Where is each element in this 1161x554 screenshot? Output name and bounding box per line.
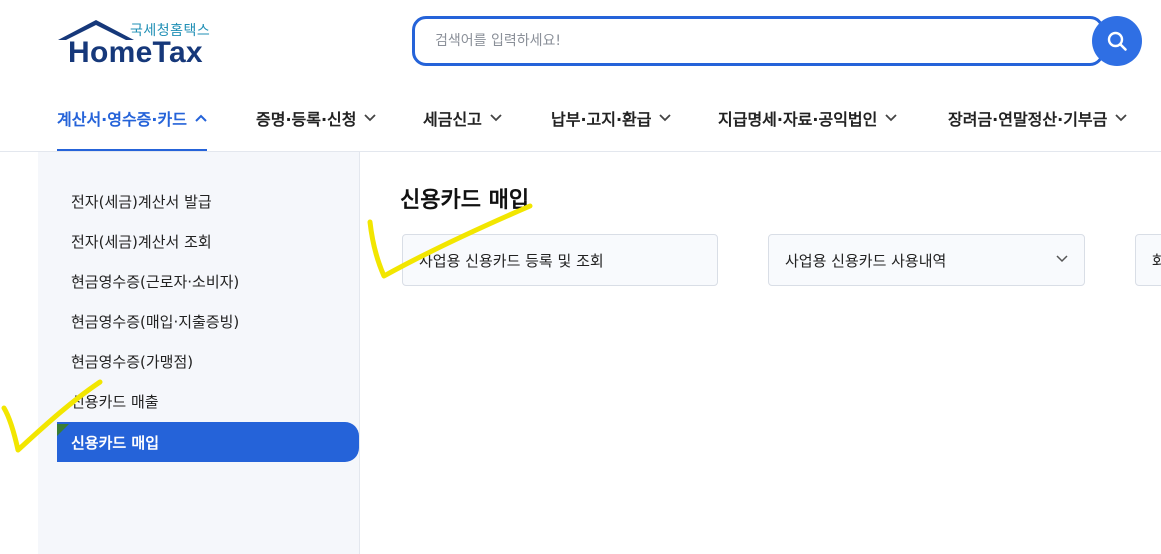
- search-box: [412, 16, 1104, 66]
- sidebar-item-label: 신용카드 매출: [71, 392, 159, 411]
- sidebar-item-label: 현금영수증(가맹점): [71, 352, 194, 371]
- nav-item-label: 지급명세·자료·공익법인: [718, 110, 878, 129]
- nav-item-tax-filing[interactable]: 세금신고: [423, 86, 502, 150]
- page-title: 신용카드 매입: [400, 188, 530, 213]
- main-nav: 계산서·영수증·카드 증명·등록·신청 세금신고 납부·고지·환급 지급명세·자…: [0, 86, 1161, 152]
- search-icon: [1107, 31, 1127, 51]
- nav-item-receipts-cards[interactable]: 계산서·영수증·카드: [57, 86, 207, 152]
- chevron-down-icon: [364, 114, 377, 122]
- sidebar-item-einvoice-issue[interactable]: 전자(세금)계산서 발급: [57, 181, 359, 221]
- nav-item-payment-refund[interactable]: 납부·고지·환급: [551, 86, 672, 150]
- nav-item-payment-statements[interactable]: 지급명세·자료·공익법인: [718, 86, 897, 150]
- chevron-down-icon: [1056, 255, 1068, 263]
- chevron-down-icon: [1115, 114, 1127, 122]
- hometax-page: 국세청홈택스 HomeTax 계산서·영수증·카드 증명·등록·신청 세금신고: [0, 0, 1161, 554]
- menu-card-business-card-register[interactable]: 사업용 신용카드 등록 및 조회: [402, 234, 718, 286]
- chevron-down-icon: [490, 114, 502, 122]
- menu-card-label: 사업용 신용카드 등록 및 조회: [419, 251, 604, 270]
- search-button[interactable]: [1092, 16, 1142, 66]
- sidebar-item-label: 전자(세금)계산서 발급: [71, 192, 212, 211]
- sidebar-item-einvoice-inquiry[interactable]: 전자(세금)계산서 조회: [57, 221, 359, 261]
- logo-title: HomeTax: [68, 36, 203, 69]
- menu-card-label: 화: [1152, 250, 1161, 271]
- sidebar-item-credit-card-sales[interactable]: 신용카드 매출: [57, 381, 359, 421]
- nav-item-label: 세금신고: [423, 110, 482, 129]
- chevron-down-icon: [885, 114, 897, 122]
- menu-card-partial[interactable]: 화: [1135, 234, 1161, 286]
- sidebar: 전자(세금)계산서 발급 전자(세금)계산서 조회 현금영수증(근로자·소비자)…: [38, 152, 360, 554]
- nav-item-label: 증명·등록·신청: [256, 110, 357, 129]
- sidebar-item-label: 전자(세금)계산서 조회: [71, 232, 212, 251]
- sidebar-item-label: 현금영수증(매입·지출증빙): [71, 312, 240, 331]
- sidebar-item-credit-card-purchase[interactable]: 신용카드 매입: [57, 422, 359, 462]
- hometax-logo[interactable]: 국세청홈택스 HomeTax: [56, 18, 216, 69]
- sidebar-item-cash-receipt-consumer[interactable]: 현금영수증(근로자·소비자): [57, 261, 359, 301]
- sidebar-item-label: 신용카드 매입: [71, 433, 160, 452]
- menu-card-business-card-usage[interactable]: 사업용 신용카드 사용내역: [768, 234, 1085, 286]
- nav-item-label: 계산서·영수증·카드: [57, 110, 187, 129]
- nav-item-incentives-settlement[interactable]: 장려금·연말정산·기부금: [948, 86, 1127, 150]
- sidebar-item-cash-receipt-expense[interactable]: 현금영수증(매입·지출증빙): [57, 301, 359, 341]
- menu-card-label: 사업용 신용카드 사용내역: [785, 251, 947, 270]
- chevron-up-icon: [195, 114, 207, 122]
- search-input[interactable]: [435, 29, 1075, 53]
- sidebar-item-label: 현금영수증(근로자·소비자): [71, 272, 240, 291]
- nav-item-label: 장려금·연말정산·기부금: [948, 110, 1108, 129]
- chevron-down-icon: [659, 114, 672, 122]
- nav-item-certificates[interactable]: 증명·등록·신청: [256, 86, 377, 150]
- nav-item-label: 납부·고지·환급: [551, 110, 652, 129]
- sidebar-item-cash-receipt-merchant[interactable]: 현금영수증(가맹점): [57, 341, 359, 381]
